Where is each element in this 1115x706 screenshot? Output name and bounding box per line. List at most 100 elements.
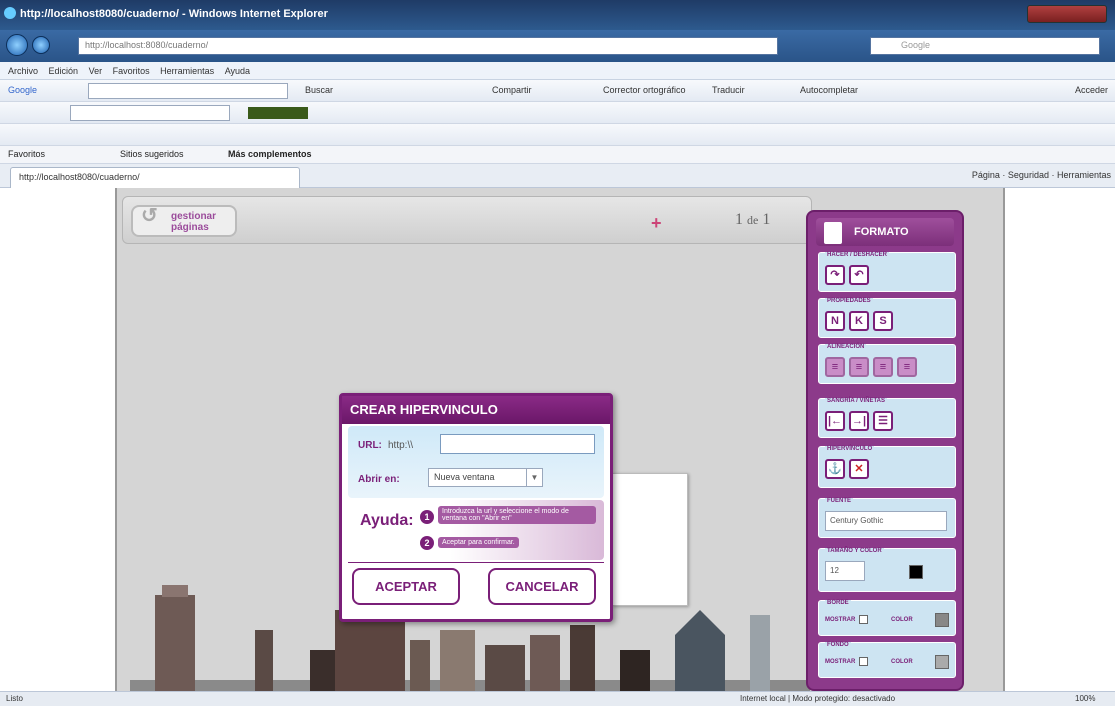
size-color-label: TAMAÑO Y COLOR <box>825 548 884 554</box>
align-right-icon[interactable]: ≡ <box>873 357 893 377</box>
url-label: URL: <box>358 440 382 451</box>
indent-bullets-label: SANGRÍA / VIÑETAS <box>825 398 888 404</box>
page-of: de <box>747 213 759 227</box>
security-menu[interactable]: Seguridad <box>1008 170 1049 180</box>
page-icon <box>824 222 842 244</box>
background-label: FONDO <box>825 642 851 648</box>
menu-herramientas[interactable]: Herramientas <box>160 66 214 76</box>
background-show-checkbox[interactable] <box>859 657 868 666</box>
menu-edicion[interactable]: Edición <box>49 66 79 76</box>
google-share-button[interactable]: Compartir <box>492 85 532 95</box>
outdent-icon[interactable]: |← <box>825 411 845 431</box>
menu-ver[interactable]: Ver <box>89 66 103 76</box>
border-group: BORDE MOSTRAR COLOR <box>818 600 956 636</box>
total-pages: 1 <box>762 211 771 228</box>
page-toolbar: ↺ gestionar páginas + 1 de 1 <box>122 196 812 244</box>
back-button[interactable] <box>6 34 28 56</box>
underline-button[interactable]: S <box>873 311 893 331</box>
status-bar: Listo Internet local | Modo protegido: d… <box>0 691 1115 706</box>
google-toolbar: Google Buscar Compartir Corrector ortogr… <box>0 80 1115 102</box>
translate-button[interactable]: Traducir <box>712 85 745 95</box>
justify-icon[interactable]: ≡ <box>897 357 917 377</box>
border-show-checkbox[interactable] <box>859 615 868 624</box>
browser-tab[interactable]: http://localhost8080/cuaderno/ <box>10 167 300 188</box>
italic-button[interactable]: K <box>849 311 869 331</box>
address-bar[interactable]: http://localhost:8080/cuaderno/ <box>78 37 778 55</box>
cancel-button[interactable]: CANCELAR <box>488 568 596 605</box>
page-curl-icon: ↺ <box>141 205 158 227</box>
google-search-input[interactable] <box>88 83 288 99</box>
link-icon[interactable]: ⚓ <box>825 459 845 479</box>
more-addons[interactable]: Más complementos <box>228 149 312 159</box>
border-label: BORDE <box>825 600 851 606</box>
address-row: http://localhost:8080/cuaderno/ Google <box>0 30 1115 62</box>
font-label: FUENTE <box>825 498 853 504</box>
google-label: Google <box>8 85 38 95</box>
format-panel: FORMATO HACER / DESHACER ↷ ↶ PROPIEDADES… <box>806 210 964 691</box>
window-title: http://localhost8080/cuaderno/ - Windows… <box>20 8 328 20</box>
zoom-level[interactable]: 100% <box>1075 694 1095 703</box>
google-search-button[interactable]: Buscar <box>305 85 333 95</box>
second-toolbar <box>0 102 1115 124</box>
command-bar: Página · Seguridad · Herramientas <box>971 170 1111 180</box>
undo-icon[interactable]: ↷ <box>825 265 845 285</box>
favorites-bar: Favoritos Sitios sugeridos Más complemen… <box>0 146 1115 164</box>
menu-favoritos[interactable]: Favoritos <box>113 66 150 76</box>
add-page-icon[interactable]: + <box>651 213 662 234</box>
font-value: Century Gothic <box>830 516 884 525</box>
window-controls[interactable] <box>1027 5 1107 23</box>
chevron-down-icon: ▼ <box>526 469 542 486</box>
right-margin <box>1005 188 1115 691</box>
url-input[interactable] <box>440 434 595 454</box>
help-label: Ayuda: <box>360 512 414 529</box>
background-color-swatch[interactable] <box>935 655 949 669</box>
current-page: 1 <box>735 211 743 228</box>
search-box[interactable]: Google <box>870 37 1100 55</box>
help-step-2: Aceptar para confirmar. <box>438 537 519 548</box>
menu-archivo[interactable]: Archivo <box>8 66 38 76</box>
accept-button[interactable]: ACEPTAR <box>352 568 460 605</box>
open-in-select[interactable]: Nueva ventana ▼ <box>428 468 543 487</box>
properties-group: PROPIEDADES N K S <box>818 298 956 338</box>
autocomplete-button[interactable]: Autocompletar <box>800 85 858 95</box>
help-box: Ayuda: 1 Introduzca la url y seleccione … <box>348 500 604 560</box>
menu-ayuda[interactable]: Ayuda <box>225 66 250 76</box>
forward-button[interactable] <box>32 36 50 54</box>
manage-pages-button[interactable]: ↺ gestionar páginas <box>131 205 237 237</box>
page-menu[interactable]: Página <box>972 170 1000 180</box>
indent-icon[interactable]: →| <box>849 411 869 431</box>
signin-link[interactable]: Acceder <box>1075 85 1108 95</box>
undo-redo-label: HACER / DESHACER <box>825 252 890 258</box>
text-color-swatch[interactable] <box>909 565 923 579</box>
font-select[interactable]: Century Gothic <box>825 511 947 531</box>
dialog-form: URL: http:\\ Abrir en: Nueva ventana ▼ <box>348 426 604 498</box>
border-color-swatch[interactable] <box>935 613 949 627</box>
toolbar-input[interactable] <box>70 105 230 121</box>
align-center-icon[interactable]: ≡ <box>849 357 869 377</box>
third-toolbar <box>0 124 1115 146</box>
open-in-label: Abrir en: <box>358 474 400 485</box>
suggested-sites[interactable]: Sitios sugeridos <box>120 149 184 159</box>
page-sheet <box>612 473 688 606</box>
border-show-label: MOSTRAR <box>825 617 856 623</box>
dialog-title: CREAR HIPERVINCULO <box>342 396 610 424</box>
tools-menu[interactable]: Herramientas <box>1057 170 1111 180</box>
font-group: FUENTE Century Gothic <box>818 498 956 538</box>
font-size-select[interactable]: 12 <box>825 561 865 581</box>
indent-bullets-group: SANGRÍA / VIÑETAS |← →| ☰ <box>818 398 956 438</box>
size-color-group: TAMAÑO Y COLOR 12 <box>818 548 956 592</box>
redo-icon[interactable]: ↶ <box>849 265 869 285</box>
properties-label: PROPIEDADES <box>825 298 873 304</box>
tab-row: http://localhost8080/cuaderno/ Página · … <box>0 164 1115 188</box>
bold-button[interactable]: N <box>825 311 845 331</box>
background-show-label: MOSTRAR <box>825 659 856 665</box>
bullet-list-icon[interactable]: ☰ <box>873 411 893 431</box>
url-prefix: http:\\ <box>388 440 414 451</box>
unlink-icon[interactable]: ✕ <box>849 459 869 479</box>
font-size-value: 12 <box>830 566 839 575</box>
align-left-icon[interactable]: ≡ <box>825 357 845 377</box>
format-panel-header: FORMATO <box>816 218 954 246</box>
favorites-button[interactable]: Favoritos <box>8 149 45 159</box>
spellcheck-button[interactable]: Corrector ortográfico <box>603 85 686 95</box>
toolbar-badge[interactable] <box>248 107 308 119</box>
